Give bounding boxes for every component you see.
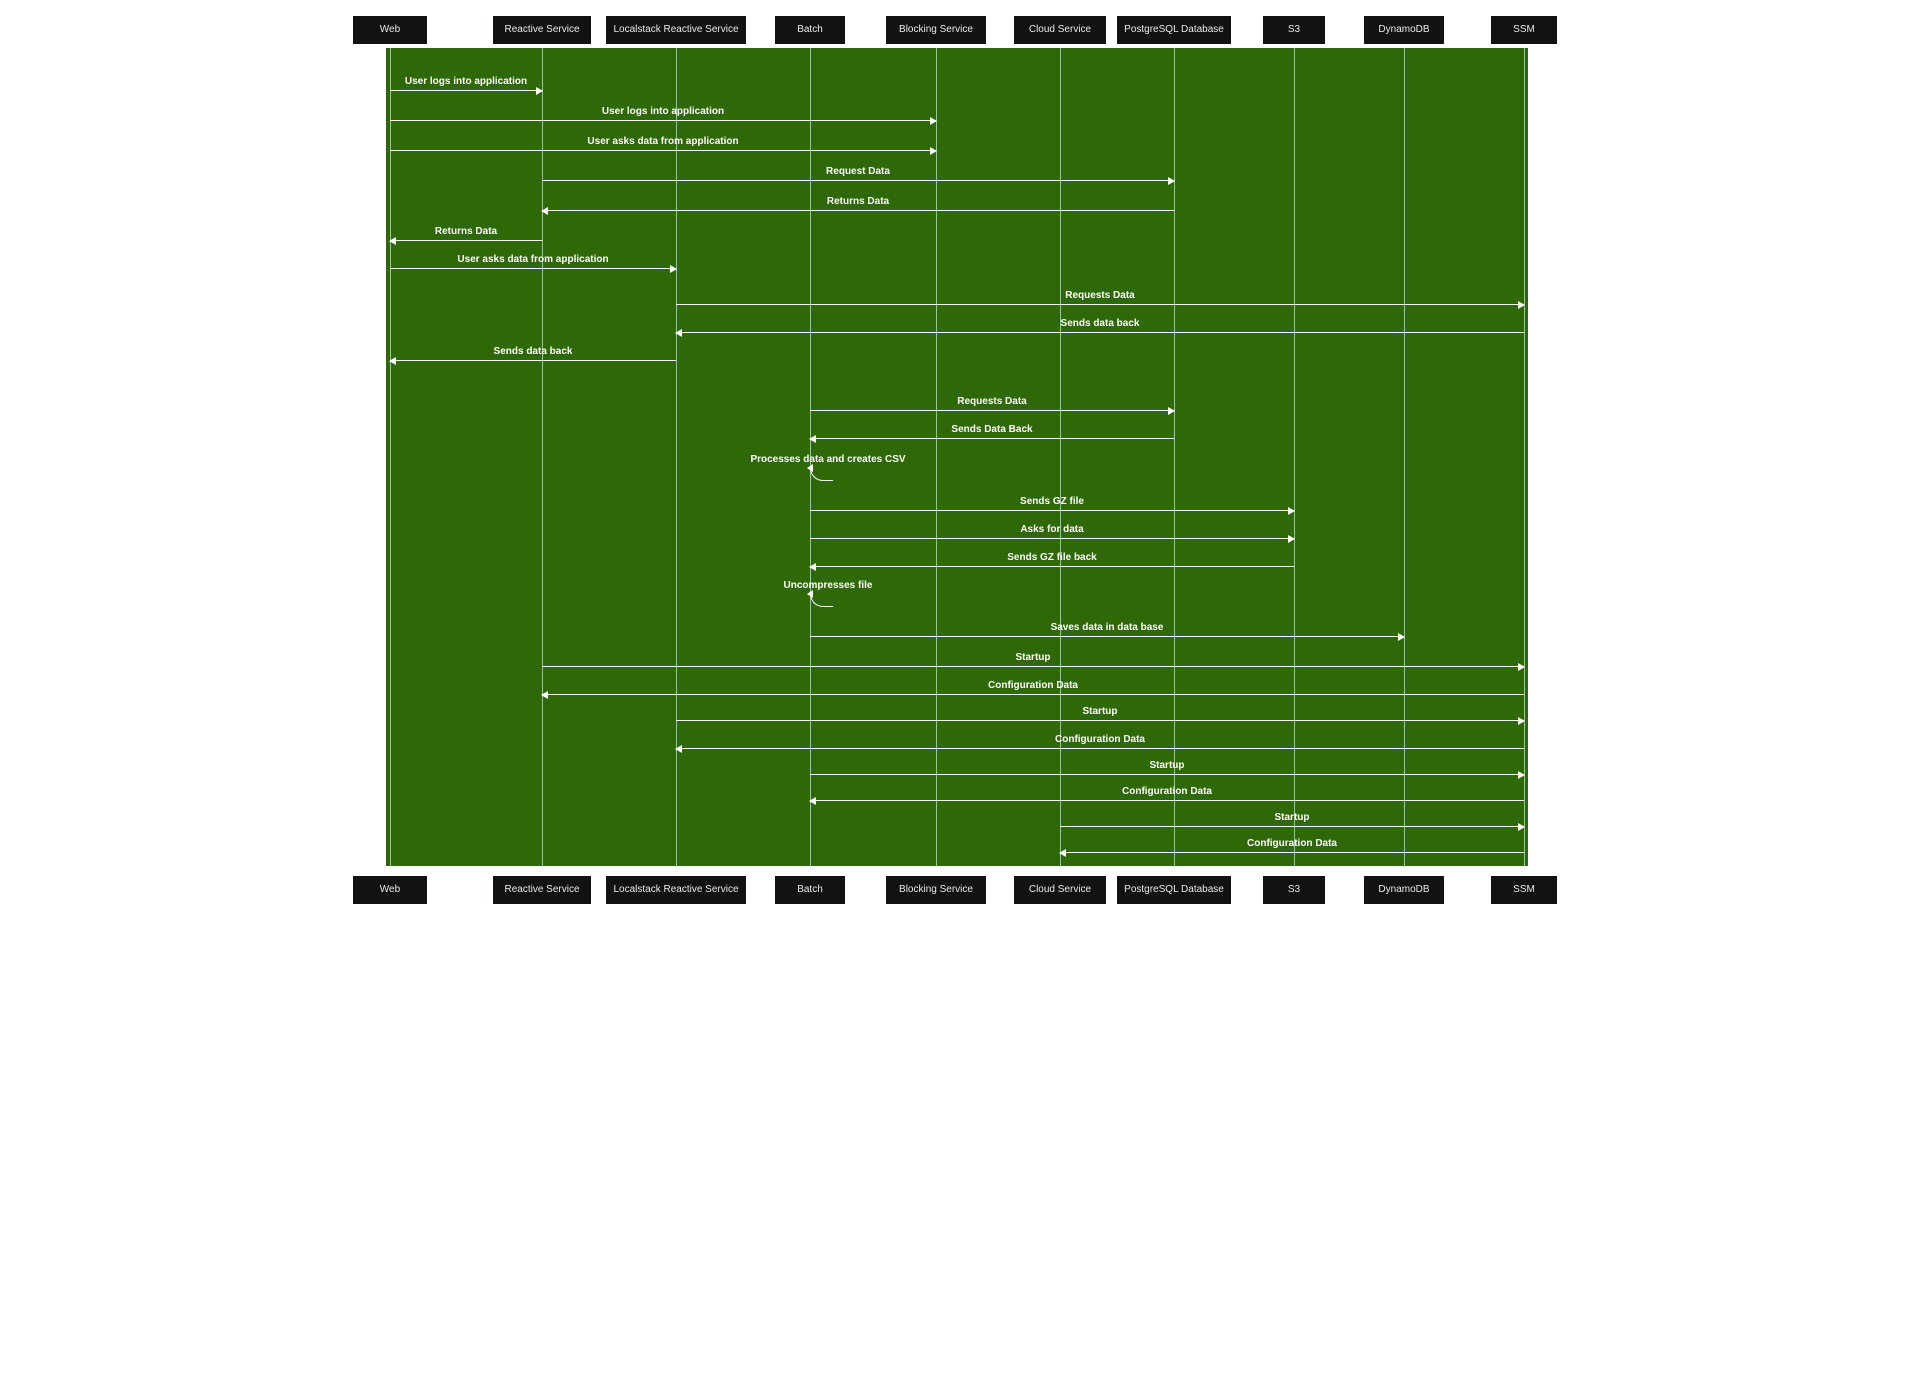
participant-web-bottom: Web (353, 876, 427, 904)
arrow-web-block-1 (390, 120, 936, 121)
arrow-react-pg-3 (542, 180, 1174, 181)
arrow-batch-ddb-17 (810, 636, 1404, 637)
diagram-background (386, 48, 1528, 866)
message-s3-batch-15: Sends GZ file back (1007, 552, 1096, 564)
participant-react-bottom: Reactive Service (493, 876, 591, 904)
lifeline-react (542, 48, 543, 866)
arrow-react-ssm-18 (542, 666, 1524, 667)
message-web-react-0: User logs into application (405, 76, 527, 88)
lifeline-lrs (676, 48, 677, 866)
arrow-web-lrs-6 (390, 268, 676, 269)
participant-s3-top: S3 (1263, 16, 1325, 44)
message-ssm-batch-23: Configuration Data (1122, 786, 1212, 798)
arrow-web-block-2 (390, 150, 936, 151)
message-pg-batch-11: Sends Data Back (951, 424, 1032, 436)
message-self-batch-12: Processes data and creates CSV (750, 454, 905, 466)
arrow-lrs-web-9 (390, 360, 676, 361)
message-react-pg-3: Request Data (826, 166, 890, 178)
message-lrs-ssm-20: Startup (1083, 706, 1118, 718)
participant-pg-top: PostgreSQL Database (1117, 16, 1231, 44)
arrow-batch-s3-14 (810, 538, 1294, 539)
arrow-web-react-0 (390, 90, 542, 91)
participant-lrs-bottom: Localstack Reactive Service (606, 876, 746, 904)
participant-cloud-bottom: Cloud Service (1014, 876, 1106, 904)
arrow-s3-batch-15 (810, 566, 1294, 567)
lifeline-ddb (1404, 48, 1405, 866)
message-ssm-lrs-8: Sends data back (1061, 318, 1140, 330)
message-batch-s3-13: Sends GZ file (1020, 496, 1084, 508)
message-self-batch-16: Uncompresses file (784, 580, 873, 592)
participant-batch-bottom: Batch (775, 876, 845, 904)
message-lrs-web-9: Sends data back (494, 346, 573, 358)
lifeline-block (936, 48, 937, 866)
arrow-ssm-react-19 (542, 694, 1524, 695)
participant-cloud-top: Cloud Service (1014, 16, 1106, 44)
message-react-web-5: Returns Data (435, 226, 497, 238)
arrow-ssm-lrs-8 (676, 332, 1524, 333)
message-web-lrs-6: User asks data from application (457, 254, 608, 266)
participant-batch-top: Batch (775, 16, 845, 44)
participant-block-bottom: Blocking Service (886, 876, 986, 904)
participant-ddb-bottom: DynamoDB (1364, 876, 1444, 904)
message-ssm-lrs-21: Configuration Data (1055, 734, 1145, 746)
participant-ddb-top: DynamoDB (1364, 16, 1444, 44)
participant-pg-bottom: PostgreSQL Database (1117, 876, 1231, 904)
message-ssm-react-19: Configuration Data (988, 680, 1078, 692)
message-lrs-ssm-7: Requests Data (1065, 290, 1134, 302)
arrow-batch-s3-13 (810, 510, 1294, 511)
arrow-pg-batch-11 (810, 438, 1174, 439)
participant-s3-bottom: S3 (1263, 876, 1325, 904)
arrow-ssm-cloud-25 (1060, 852, 1524, 853)
message-batch-pg-10: Requests Data (957, 396, 1026, 408)
participant-web-top: Web (353, 16, 427, 44)
message-batch-ddb-17: Saves data in data base (1051, 622, 1164, 634)
arrow-batch-pg-10 (810, 410, 1174, 411)
participant-ssm-bottom: SSM (1491, 876, 1557, 904)
message-pg-react-4: Returns Data (827, 196, 889, 208)
participant-block-top: Blocking Service (886, 16, 986, 44)
arrow-ssm-lrs-21 (676, 748, 1524, 749)
message-batch-ssm-22: Startup (1150, 760, 1185, 772)
sequence-diagram: Web Web Reactive Service Reactive Service Lo… (320, 0, 1600, 922)
message-web-block-1: User logs into application (602, 106, 724, 118)
lifeline-s3 (1294, 48, 1295, 866)
arrow-lrs-ssm-7 (676, 304, 1524, 305)
message-batch-s3-14: Asks for data (1020, 524, 1083, 536)
message-ssm-cloud-25: Configuration Data (1247, 838, 1337, 850)
arrow-lrs-ssm-20 (676, 720, 1524, 721)
participant-react-top: Reactive Service (493, 16, 591, 44)
arrow-pg-react-4 (542, 210, 1174, 211)
message-react-ssm-18: Startup (1016, 652, 1051, 664)
arrow-batch-ssm-22 (810, 774, 1524, 775)
participant-lrs-top: Localstack Reactive Service (606, 16, 746, 44)
lifeline-web (390, 48, 391, 866)
arrow-cloud-ssm-24 (1060, 826, 1524, 827)
lifeline-pg (1174, 48, 1175, 866)
lifeline-ssm (1524, 48, 1525, 866)
arrow-ssm-batch-23 (810, 800, 1524, 801)
message-web-block-2: User asks data from application (587, 136, 738, 148)
message-cloud-ssm-24: Startup (1275, 812, 1310, 824)
participant-ssm-top: SSM (1491, 16, 1557, 44)
arrow-react-web-5 (390, 240, 542, 241)
